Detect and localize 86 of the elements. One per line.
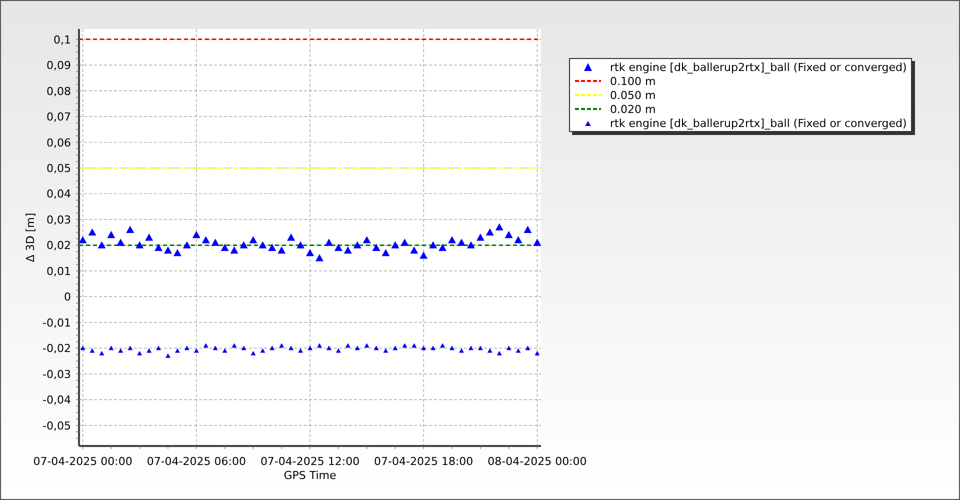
data-point xyxy=(468,346,474,350)
data-point xyxy=(516,348,521,353)
x-tick-label: 07-04-2025 18:00 xyxy=(374,455,474,468)
data-point xyxy=(118,348,124,353)
data-point xyxy=(203,343,208,348)
data-point xyxy=(137,350,142,356)
data-point xyxy=(194,348,199,353)
y-tick-label: 0,02 xyxy=(46,239,71,252)
data-point xyxy=(392,346,398,350)
legend-label: 0.050 m xyxy=(610,90,656,100)
data-point xyxy=(336,348,341,353)
y-tick-label: 0 xyxy=(64,290,71,304)
y-tick-label: 0,09 xyxy=(46,59,71,72)
data-point xyxy=(222,348,228,353)
data-point xyxy=(374,346,379,350)
data-point xyxy=(146,348,152,353)
data-point xyxy=(345,343,350,348)
data-point xyxy=(421,346,426,350)
data-point xyxy=(412,343,417,348)
data-point xyxy=(90,348,95,353)
y-tick-label: 0,1 xyxy=(54,33,71,46)
y-tick-label: 0,03 xyxy=(46,213,71,226)
y-axis-title: Δ 3D [m] xyxy=(24,212,37,262)
data-point xyxy=(450,346,454,350)
data-point xyxy=(354,346,360,350)
y-tick-label: 0,04 xyxy=(46,188,71,201)
y-tick-label: -0,03 xyxy=(42,368,71,381)
data-point xyxy=(524,226,532,233)
legend-label: 0.020 m xyxy=(610,104,656,114)
data-point xyxy=(496,350,502,356)
data-point xyxy=(250,350,256,356)
data-point xyxy=(270,346,275,350)
data-point xyxy=(298,348,304,353)
x-tick-label: 07-04-2025 12:00 xyxy=(260,455,360,468)
data-point xyxy=(487,348,492,353)
data-point xyxy=(166,353,170,358)
dashed-line-icon xyxy=(575,80,601,82)
data-point xyxy=(533,238,542,246)
data-point xyxy=(126,226,134,233)
data-point xyxy=(478,346,483,350)
data-point xyxy=(108,346,114,350)
data-point xyxy=(402,343,408,348)
data-point xyxy=(241,346,246,350)
legend-label: rtk engine [dk_ballerup2rtx]_ball (Fixed or converged) xyxy=(610,62,907,72)
data-point xyxy=(279,343,284,348)
data-point xyxy=(288,346,294,350)
y-tick-label: 0,08 xyxy=(46,84,71,98)
y-tick-label: 0,01 xyxy=(46,264,71,278)
data-point xyxy=(383,348,388,353)
x-axis-title: GPS Time xyxy=(284,469,336,481)
y-tick-label: -0,01 xyxy=(42,316,71,330)
data-point xyxy=(174,348,180,353)
data-point xyxy=(98,241,106,248)
data-point xyxy=(326,346,332,350)
data-point xyxy=(430,346,436,350)
data-point xyxy=(128,346,133,350)
y-tick-label: -0,04 xyxy=(42,394,71,407)
data-point xyxy=(316,343,322,348)
data-point xyxy=(184,346,190,350)
dashed-line-icon xyxy=(575,108,601,110)
legend-label: rtk engine [dk_ballerup2rtx]_ball (Fixed or converged) xyxy=(610,118,907,128)
y-tick-label: 0,05 xyxy=(46,162,71,175)
y-tick-label: -0,05 xyxy=(42,419,71,432)
data-point xyxy=(260,348,266,353)
data-point xyxy=(364,343,370,348)
y-tick-label: 0,07 xyxy=(46,110,71,124)
x-tick-label: 07-04-2025 00:00 xyxy=(33,455,132,468)
triangle-icon xyxy=(585,120,591,126)
x-tick-label: 07-04-2025 06:00 xyxy=(146,455,246,468)
data-point xyxy=(506,346,512,350)
data-point xyxy=(525,346,530,350)
y-tick-label: 0,06 xyxy=(46,136,71,150)
triangle-icon xyxy=(584,63,592,71)
data-point xyxy=(212,346,218,350)
y-tick-label: -0,02 xyxy=(42,342,71,356)
data-point xyxy=(534,350,540,356)
data-point xyxy=(99,350,104,356)
data-point xyxy=(458,348,464,353)
data-point xyxy=(232,343,237,348)
data-point xyxy=(156,346,162,350)
legend-label: 0.100 m xyxy=(610,76,656,86)
data-point xyxy=(80,346,86,350)
x-tick-label: 08-04-2025 00:00 xyxy=(488,455,587,468)
dashed-line-icon xyxy=(575,94,601,96)
data-point xyxy=(440,343,446,348)
data-point xyxy=(308,346,312,350)
